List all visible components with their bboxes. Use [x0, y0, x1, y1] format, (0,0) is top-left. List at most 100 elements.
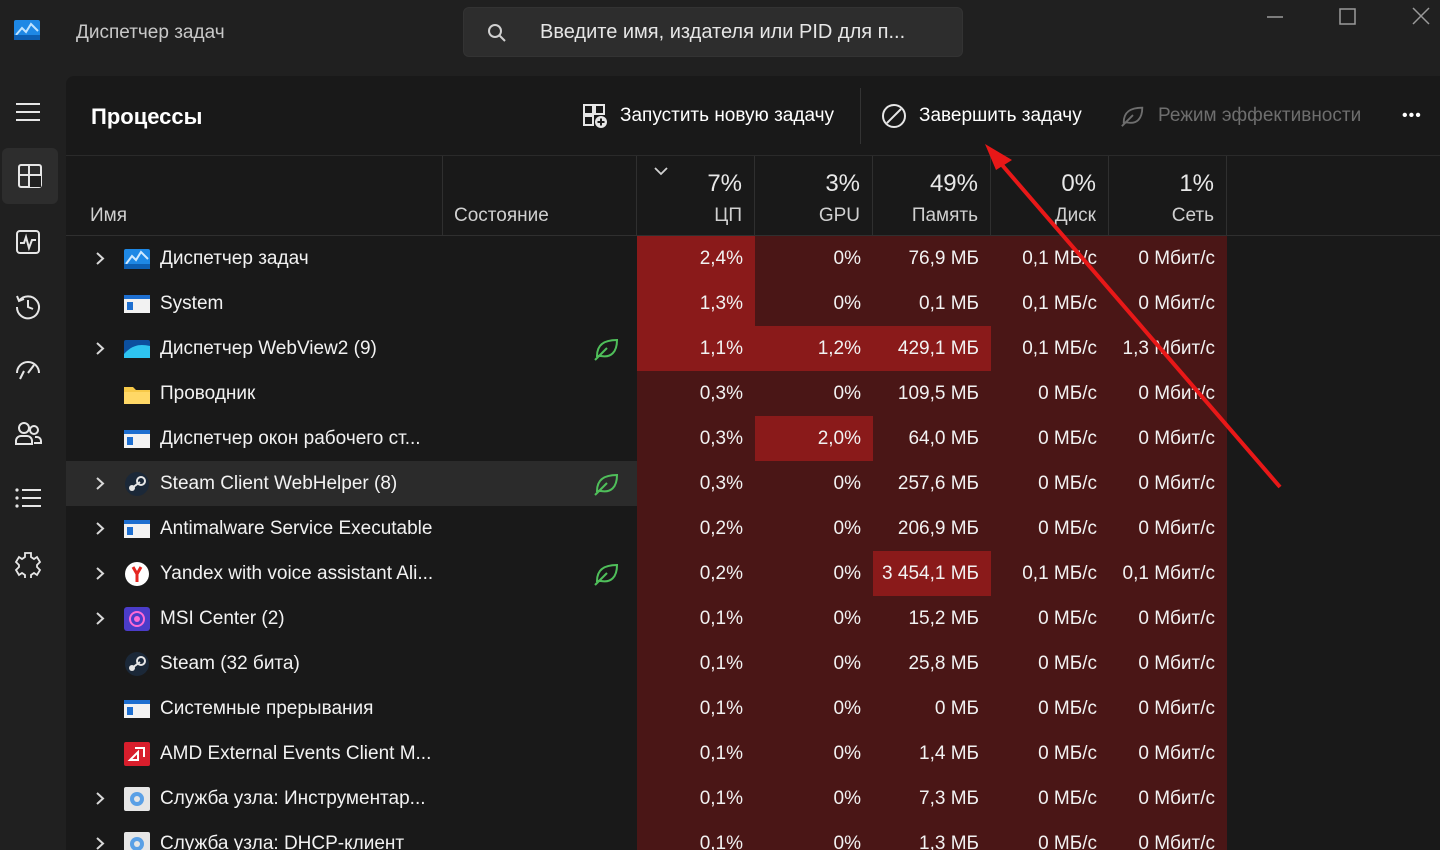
- cell-net: 0 Мбит/с: [1109, 371, 1227, 416]
- cell-net: 0,1 Мбит/с: [1109, 551, 1227, 596]
- cell-gpu: 0%: [755, 551, 873, 596]
- process-name: Steam Client WebHelper (8): [160, 473, 398, 494]
- cell-mem: 7,3 МБ: [873, 776, 991, 821]
- expand-chevron-icon[interactable]: [94, 476, 106, 491]
- expand-chevron-icon[interactable]: [94, 341, 106, 356]
- process-row[interactable]: Steam (32 бита) 0,1% 0% 25,8 МБ 0 МБ/с 0 Мбит…: [66, 641, 1440, 686]
- row-name-background: [66, 641, 637, 686]
- expand-chevron-icon[interactable]: [94, 566, 106, 581]
- expand-chevron-icon[interactable]: [94, 521, 106, 536]
- cell-net: 1,3 Мбит/с: [1109, 326, 1227, 371]
- column-header-cpu[interactable]: 7% ЦП: [637, 156, 754, 236]
- cell-gpu: 1,2%: [755, 326, 873, 371]
- end-task-button[interactable]: Завершить задачу: [881, 98, 1082, 134]
- cell-gpu: 0%: [755, 776, 873, 821]
- sort-descending-icon: [654, 167, 668, 176]
- search-box[interactable]: Введите имя, издателя или PID для п...: [463, 7, 963, 57]
- cell-cpu: 0,1%: [637, 686, 755, 731]
- close-icon[interactable]: [1408, 4, 1434, 30]
- column-header-disk[interactable]: 0% Диск: [991, 156, 1108, 236]
- cell-disk: 0,1 МБ/с: [991, 236, 1109, 281]
- cell-gpu: 0%: [755, 371, 873, 416]
- efficiency-leaf-icon: [592, 336, 620, 362]
- expand-chevron-icon[interactable]: [94, 791, 106, 806]
- process-row[interactable]: System 1,3% 0% 0,1 МБ 0,1 МБ/с 0 Мбит/с: [66, 281, 1440, 326]
- cell-disk: 0 МБ/с: [991, 371, 1109, 416]
- search-icon: [488, 24, 506, 42]
- cell-disk: 0 МБ/с: [991, 596, 1109, 641]
- column-header-network[interactable]: 1% Сеть: [1109, 156, 1226, 236]
- process-row[interactable]: Диспетчер WebView2 (9) 1,1% 1,2% 429,1 МБ 0,…: [66, 326, 1440, 371]
- nav-menu-toggle[interactable]: [0, 84, 56, 140]
- more-options-button[interactable]: •••: [1402, 98, 1422, 134]
- cell-disk: 0,1 МБ/с: [991, 326, 1109, 371]
- nav-item-details[interactable]: [0, 470, 56, 526]
- expand-chevron-icon[interactable]: [94, 611, 106, 626]
- toolbar: Процессы Запустить новую задачу Завершит…: [66, 76, 1440, 156]
- nav-item-app-history[interactable]: [0, 278, 56, 334]
- column-header-status[interactable]: Состояние: [443, 156, 636, 236]
- process-row[interactable]: Steam Client WebHelper (8) 0,3% 0% 257,6 МБ…: [66, 461, 1440, 506]
- process-row[interactable]: Системные прерывания 0,1% 0% 0 МБ 0 МБ/с 0 Мб…: [66, 686, 1440, 731]
- minimize-icon[interactable]: [1262, 4, 1288, 30]
- process-name: Steam (32 бита): [160, 653, 300, 674]
- system-window-icon: [123, 516, 151, 542]
- nav-item-services[interactable]: [0, 536, 56, 592]
- service-gear-icon: [123, 786, 151, 812]
- column-divider: [1226, 156, 1227, 236]
- folder-icon: [123, 381, 151, 407]
- cell-net: 0 Мбит/с: [1109, 236, 1227, 281]
- new-task-icon: [583, 104, 607, 128]
- cell-cpu: 2,4%: [637, 236, 755, 281]
- process-row[interactable]: Диспетчер задач 2,4% 0% 76,9 МБ 0,1 МБ/с 0 Мб…: [66, 236, 1440, 281]
- cell-mem: 15,2 МБ: [873, 596, 991, 641]
- process-name: Проводник: [160, 383, 256, 404]
- process-name: Antimalware Service Executable: [160, 518, 433, 539]
- cell-cpu: 0,2%: [637, 551, 755, 596]
- cell-gpu: 0%: [755, 596, 873, 641]
- yandex-icon: [123, 561, 151, 587]
- search-input[interactable]: Введите имя, издателя или PID для п...: [540, 21, 905, 44]
- efficiency-mode-label: Режим эффективности: [1158, 105, 1362, 126]
- nav-item-processes[interactable]: [2, 148, 58, 204]
- column-header-name[interactable]: Имя: [66, 156, 442, 236]
- cell-mem: 257,6 МБ: [873, 461, 991, 506]
- expand-chevron-icon[interactable]: [94, 251, 106, 266]
- process-row[interactable]: Диспетчер окон рабочего ст... 0,3% 2,0% 64,…: [66, 416, 1440, 461]
- cell-mem: 64,0 МБ: [873, 416, 991, 461]
- process-row[interactable]: Yandex with voice assistant Ali... 0,2% 0%…: [66, 551, 1440, 596]
- efficiency-mode-button[interactable]: Режим эффективности: [1120, 98, 1361, 134]
- column-header-gpu[interactable]: 3% GPU: [755, 156, 872, 236]
- nav-item-startup-apps[interactable]: [0, 342, 56, 398]
- process-name: Системные прерывания: [160, 698, 374, 719]
- row-name-background: [66, 236, 637, 281]
- details-icon: [15, 488, 41, 508]
- process-row[interactable]: Проводник 0,3% 0% 109,5 МБ 0 МБ/с 0 Мбит/с: [66, 371, 1440, 416]
- cell-cpu: 0,2%: [637, 506, 755, 551]
- cell-disk: 0 МБ/с: [991, 506, 1109, 551]
- nav-item-users[interactable]: [0, 406, 56, 462]
- row-name-background: [66, 371, 637, 416]
- cell-disk: 0 МБ/с: [991, 686, 1109, 731]
- column-divider: [990, 156, 991, 236]
- maximize-icon[interactable]: [1334, 4, 1360, 30]
- cell-gpu: 0%: [755, 506, 873, 551]
- table-header: Имя Состояние 7% ЦП 3% GPU 49% Память 0%…: [66, 156, 1440, 236]
- expand-chevron-icon[interactable]: [94, 836, 106, 850]
- process-row[interactable]: Служба узла: Инструментар... 0,1% 0% 7,3 МБ…: [66, 776, 1440, 821]
- column-header-memory[interactable]: 49% Память: [873, 156, 990, 236]
- nav-item-performance[interactable]: [0, 214, 56, 270]
- cell-disk: 0 МБ/с: [991, 731, 1109, 776]
- process-row[interactable]: Antimalware Service Executable 0,2% 0% 206,…: [66, 506, 1440, 551]
- column-divider: [754, 156, 755, 236]
- process-row[interactable]: AMD External Events Client M... 0,1% 0% 1,4…: [66, 731, 1440, 776]
- cell-disk: 0 МБ/с: [991, 461, 1109, 506]
- cell-mem: 206,9 МБ: [873, 506, 991, 551]
- process-row[interactable]: Служба узла: DHCP-клиент 0,1% 0% 1,3 МБ 0 МБ…: [66, 821, 1440, 850]
- process-name: Диспетчер WebView2 (9): [160, 338, 377, 359]
- cell-net: 0 Мбит/с: [1109, 821, 1227, 850]
- end-task-icon: [882, 104, 906, 128]
- process-row[interactable]: MSI Center (2) 0,1% 0% 15,2 МБ 0 МБ/с 0 Мбит/…: [66, 596, 1440, 641]
- run-new-task-button[interactable]: Запустить новую задачу: [582, 98, 834, 134]
- task-manager-app-icon: [14, 20, 40, 40]
